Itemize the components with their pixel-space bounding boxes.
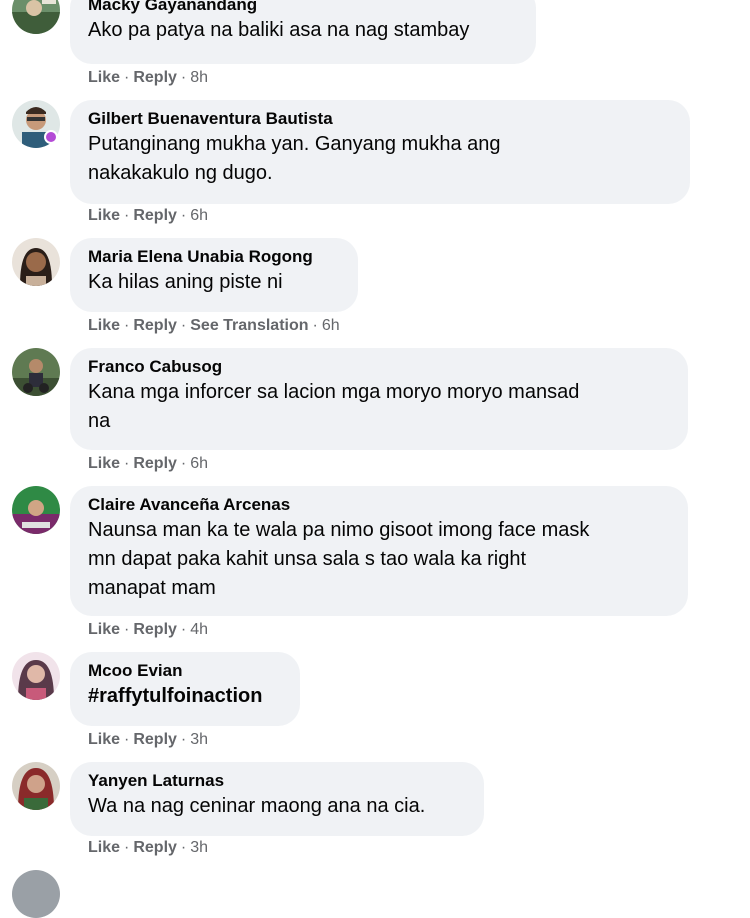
comment-timestamp[interactable]: 8h — [190, 69, 208, 86]
like-button[interactable]: Like — [88, 839, 120, 856]
reply-button[interactable]: Reply — [133, 455, 177, 472]
comment-text: Kana mga inforcer sa lacion mga moryo mo… — [88, 381, 580, 432]
comment-actions: Like · Reply · 6h — [88, 454, 208, 474]
comment-bubble: Yanyen Laturnas Wa na nag ceninar maong … — [70, 762, 484, 836]
comment-actions: Like · Reply · See Translation · 6h — [88, 316, 340, 336]
reply-button[interactable]: Reply — [133, 207, 177, 224]
reply-button[interactable]: Reply — [133, 839, 177, 856]
like-button[interactable]: Like — [88, 621, 120, 638]
separator: · — [124, 69, 130, 86]
like-button[interactable]: Like — [88, 207, 120, 224]
separator: · — [180, 455, 187, 472]
comment-text: Naunsa man ka te wala pa nimo gisoot imo… — [88, 519, 590, 599]
comment-timestamp[interactable]: 6h — [190, 207, 208, 224]
comment-timestamp[interactable]: 3h — [190, 731, 208, 748]
separator: · — [180, 317, 187, 334]
separator: · — [180, 69, 187, 86]
like-button[interactable]: Like — [88, 69, 120, 86]
reply-button[interactable]: Reply — [133, 69, 177, 86]
reply-button[interactable]: Reply — [133, 731, 177, 748]
hashtag-link[interactable]: #raffytulfoinaction — [88, 682, 282, 711]
separator: · — [180, 207, 187, 224]
comment-text: Ako pa patya na baliki asa na nag stamba… — [88, 19, 470, 41]
comment-author[interactable]: Macky Gayanandang — [88, 0, 518, 16]
reply-button[interactable]: Reply — [133, 621, 177, 638]
comment-bubble: Claire Avanceña Arcenas Naunsa man ka te… — [70, 486, 688, 616]
comment-bubble: Franco Cabusog Kana mga inforcer sa laci… — [70, 348, 688, 450]
separator: · — [180, 621, 187, 638]
comment-actions: Like · Reply · 4h — [88, 620, 208, 640]
separator: · — [180, 731, 187, 748]
avatar[interactable] — [12, 762, 60, 810]
comment-bubble: Gilbert Buenaventura Bautista Putanginan… — [70, 100, 690, 204]
comment-text: Wa na nag ceninar maong ana na cia. — [88, 795, 426, 817]
comment-text: Ka hilas aning piste ni — [88, 271, 283, 293]
avatar[interactable] — [12, 0, 60, 34]
avatar[interactable] — [12, 238, 60, 286]
separator: · — [180, 839, 187, 856]
comment-timestamp[interactable]: 4h — [190, 621, 208, 638]
separator: · — [124, 621, 130, 638]
avatar[interactable] — [12, 348, 60, 396]
avatar[interactable] — [12, 652, 60, 700]
like-button[interactable]: Like — [88, 731, 120, 748]
avatar[interactable] — [12, 486, 60, 534]
comment-bubble: Maria Elena Unabia Rogong Ka hilas aning… — [70, 238, 358, 312]
separator: · — [124, 731, 130, 748]
comment-author[interactable]: Yanyen Laturnas — [88, 770, 466, 792]
comment-bubble: Macky Gayanandang Ako pa patya na baliki… — [70, 0, 536, 64]
comment-author[interactable]: Claire Avanceña Arcenas — [88, 494, 670, 516]
separator: · — [124, 207, 130, 224]
comment-timestamp[interactable]: 6h — [190, 455, 208, 472]
separator: · — [124, 455, 130, 472]
online-badge-icon — [44, 130, 58, 144]
comment-timestamp[interactable]: 6h — [322, 317, 340, 334]
comment-author[interactable]: Gilbert Buenaventura Bautista — [88, 108, 672, 130]
reply-button[interactable]: Reply — [133, 317, 177, 334]
separator: · — [124, 317, 130, 334]
like-button[interactable]: Like — [88, 455, 120, 472]
comment-timestamp[interactable]: 3h — [190, 839, 208, 856]
comment-author[interactable]: Maria Elena Unabia Rogong — [88, 246, 340, 268]
separator: · — [124, 839, 130, 856]
separator: · — [312, 317, 318, 334]
comment-text: Putanginang mukha yan. Ganyang mukha ang… — [88, 133, 501, 184]
see-translation-button[interactable]: See Translation — [190, 317, 308, 334]
avatar[interactable] — [12, 870, 60, 918]
comment-author[interactable]: Franco Cabusog — [88, 356, 670, 378]
like-button[interactable]: Like — [88, 317, 120, 334]
comment-actions: Like · Reply · 3h — [88, 838, 208, 858]
comment-actions: Like · Reply · 8h — [88, 68, 208, 88]
comment-actions: Like · Reply · 6h — [88, 206, 208, 226]
comment-bubble: Mcoo Evian #raffytulfoinaction — [70, 652, 300, 726]
comment-author[interactable]: Mcoo Evian — [88, 660, 282, 682]
comment-actions: Like · Reply · 3h — [88, 730, 208, 750]
